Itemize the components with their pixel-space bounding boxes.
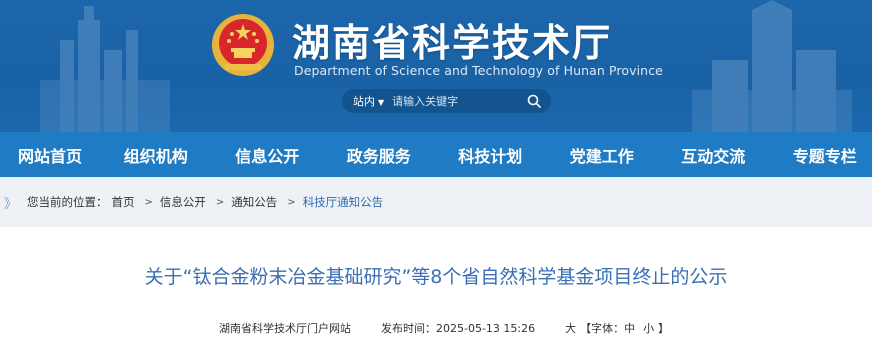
article-title: 关于“钛合金粉末冶金基础研究”等8个省自然科学基金项目终止的公示 [144,266,728,288]
search-icon[interactable] [527,94,541,108]
breadcrumb: 》 您当前的位置： 首页 > 信息公开 > 通知公告 > 科技厅通知公告 [0,177,872,227]
breadcrumb-separator: > [215,196,225,208]
site-header: 湖南省科学技术厅 Department of Science and Techn… [0,0,872,132]
font-size-large-button[interactable]: 大 [565,322,576,335]
article-source: 湖南省科学技术厅门户网站 [219,322,351,335]
breadcrumb-info-disclosure[interactable]: 信息公开 [160,194,206,210]
search-bar: 站内 ▼ [342,89,551,113]
caret-down-icon: ▼ [378,98,385,107]
nav-item-interaction[interactable]: 互动交流 [658,143,770,167]
font-size-small-button[interactable]: 小 [643,322,654,335]
search-scope-select[interactable]: 站内 ▼ [342,93,384,109]
font-size-medium-button[interactable]: 中 [624,322,635,335]
font-size-bracket-open: 【字体： [580,322,625,335]
location-marker-icon: 》 [4,196,18,212]
breadcrumb-separator: > [287,196,296,208]
site-title: 湖南省科学技术厅 [292,21,613,65]
nav-item-party-building[interactable]: 党建工作 [546,143,658,167]
nav-item-home[interactable]: 网站首页 [0,143,100,167]
breadcrumb-home[interactable]: 首页 [112,194,135,210]
nav-item-organization[interactable]: 组织机构 [100,143,212,167]
font-size-bracket-close: 】 [658,322,670,335]
site-subtitle: Department of Science and Technology of … [294,63,663,78]
main-nav: 网站首页 组织机构 信息公开 政务服务 科技计划 党建工作 互动交流 专题专栏 [0,132,872,177]
breadcrumb-notices[interactable]: 通知公告 [231,194,277,210]
search-scope-label: 站内 [353,95,375,108]
nav-item-government-services[interactable]: 政务服务 [323,143,435,167]
nav-item-special-topics[interactable]: 专题专栏 [769,143,872,167]
nav-item-info-disclosure[interactable]: 信息公开 [212,143,324,167]
nav-item-sci-tech-plans[interactable]: 科技计划 [435,143,547,167]
search-input[interactable] [392,94,521,108]
article-meta: 湖南省科学技术厅门户网站 发布时间：2025-05-13 15:26 大【字体：中小… [219,320,669,336]
breadcrumb-prefix: 您当前的位置： [27,195,108,209]
building-silhouette-left [40,6,170,132]
article-date: 2025-05-13 15:26 [436,322,536,335]
article-date-label: 发布时间： [381,322,436,335]
national-emblem-icon [212,14,274,76]
building-silhouette-right [692,0,852,132]
breadcrumb-dept-notices[interactable]: 科技厅通知公告 [303,194,384,210]
breadcrumb-separator: > [144,196,153,208]
